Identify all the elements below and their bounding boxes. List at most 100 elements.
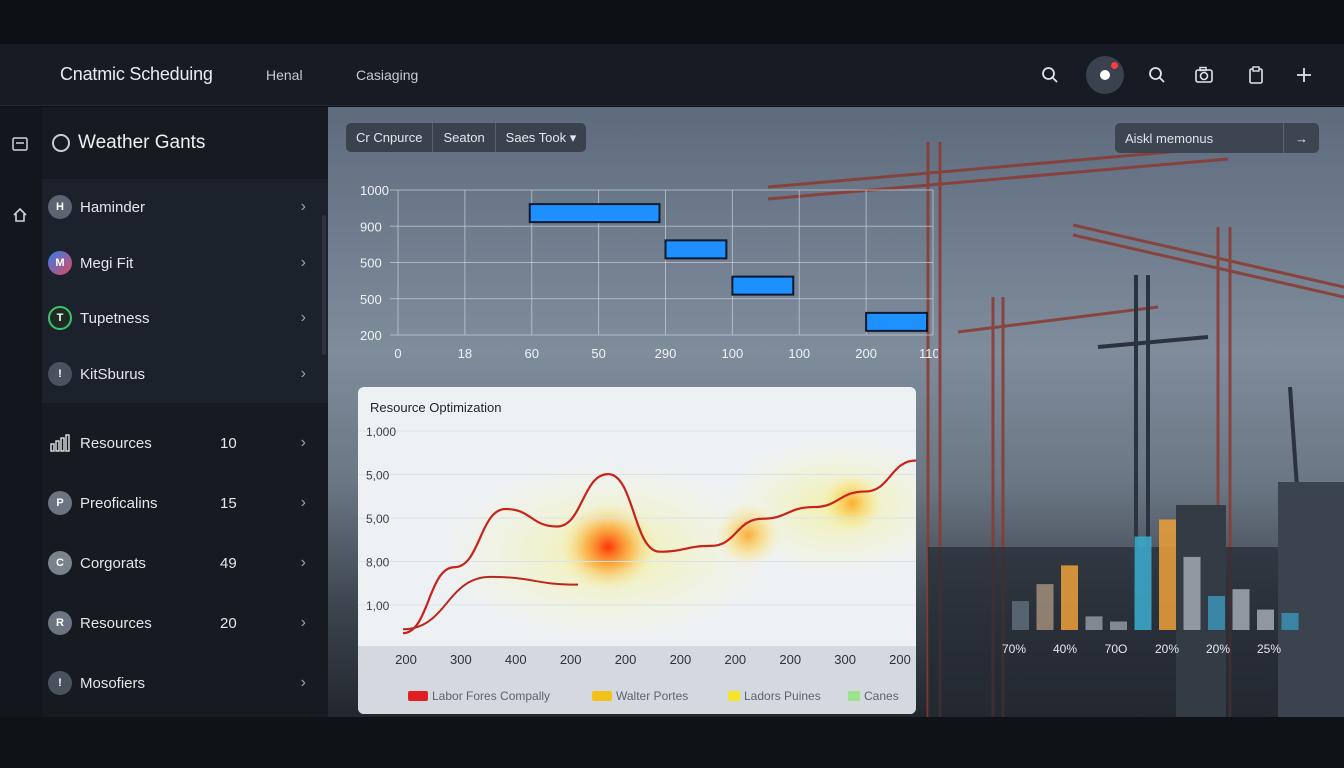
sidebar-item-preoficalins[interactable]: P Preoficalins 15 › (42, 475, 328, 531)
toolbar-segment-source[interactable]: Cr Cnpurce (346, 123, 434, 152)
arrow-right-icon[interactable]: → (1283, 123, 1319, 153)
chevron-right-icon: › (300, 674, 306, 691)
search-icon[interactable] (1144, 62, 1170, 88)
sidebar-item-label: KitSburus (80, 365, 146, 383)
sidebar-item-tupetness[interactable]: T Tupetness › (42, 290, 328, 346)
chevron-right-icon: › (300, 309, 306, 326)
y-tick-label: 1000 (360, 183, 389, 198)
x-tick-label: 200 (889, 652, 911, 667)
sidebar-item-label: Tupetness (80, 309, 150, 327)
x-tick-label: 200 (855, 346, 877, 361)
gantt-task-bar[interactable] (865, 311, 928, 332)
avatar: R (48, 611, 72, 635)
toolbar-segment-section[interactable]: Seaton (433, 123, 496, 152)
bar (1281, 613, 1299, 630)
sidebar-item-label: Resources (80, 434, 152, 452)
sidebar-scrollbar[interactable] (322, 215, 326, 355)
x-tick-label: 300 (834, 652, 856, 667)
toolbar-segment-tools-dropdown[interactable]: Saes Took ▾ (496, 123, 587, 152)
bar (1183, 556, 1201, 630)
sidebar-item-label: Mosofiers (80, 674, 146, 692)
sidebar-item-resources[interactable]: Resources 10 › (42, 415, 328, 471)
y-tick-label: 1,000 (366, 425, 396, 439)
x-tick-label: 100 (722, 346, 744, 361)
app-window: Cnatmic Scheduing Henal Casiaging Weathe… (0, 0, 1344, 768)
chevron-right-icon: › (300, 434, 306, 451)
gantt-task-bar[interactable] (528, 203, 661, 224)
sidebar-item-kitsburus[interactable]: ! KitSburus › (42, 346, 328, 402)
nav-link-henal[interactable]: Henal (266, 67, 303, 83)
legend-swatch (848, 691, 860, 701)
x-tick-label: 20% (1155, 642, 1179, 656)
y-tick-label: 1,00 (366, 599, 390, 613)
legend-label: Walter Portes (616, 689, 689, 703)
x-tick-label: 400 (505, 652, 527, 667)
sidebar-group: H Haminder › M Megi Fit › T Tupetness › … (42, 179, 328, 403)
bar-chart-icon (48, 431, 72, 455)
legend-item-labor: Labor Fores Compally (408, 689, 550, 703)
search-icon[interactable] (1037, 62, 1063, 88)
x-tick-label: 18 (458, 346, 472, 361)
record-icon (1100, 70, 1110, 80)
user-icon: H (48, 195, 72, 219)
sidebar-item-count: 10 (220, 434, 237, 452)
info-icon: ! (48, 671, 72, 695)
gantt-task-bar[interactable] (664, 239, 728, 260)
icon-rail (0, 107, 42, 717)
heat-glow (438, 437, 916, 642)
ask-input[interactable]: Aiskl memonus → (1115, 123, 1319, 153)
legend-swatch (408, 691, 428, 701)
record-button[interactable] (1086, 56, 1124, 94)
nav-link-casiaging[interactable]: Casiaging (356, 67, 418, 83)
home-icon[interactable] (9, 204, 31, 226)
y-tick-label: 8,00 (366, 556, 390, 570)
x-tick-label: 200 (560, 652, 582, 667)
bottom-bar (0, 717, 1344, 768)
overlay-bar-chart: 70% 40% 70O 20% 20% 25% (1002, 519, 1299, 656)
sidebar-title: Weather Gants (78, 132, 206, 153)
status-icon: T (48, 306, 72, 330)
legend-swatch (592, 691, 612, 701)
bar (1061, 565, 1078, 630)
gantt-task-bar[interactable] (731, 275, 795, 296)
ask-input-placeholder[interactable]: Aiskl memonus (1115, 131, 1283, 146)
sidebar: Weather Gants H Haminder › M Megi Fit › … (42, 107, 328, 717)
x-tick-label: 200 (615, 652, 637, 667)
sidebar-item-mosofiers[interactable]: ! Mosofiers › (42, 655, 328, 711)
x-tick-label: 50 (591, 346, 605, 361)
sidebar-item-resources-2[interactable]: R Resources 20 › (42, 595, 328, 651)
sidebar-item-corgorats[interactable]: C Corgorats 49 › (42, 535, 328, 591)
clipboard-icon[interactable] (1243, 62, 1269, 88)
sidebar-item-label: Resources (80, 614, 152, 632)
y-tick-label: 200 (360, 328, 382, 343)
y-tick-label: 900 (360, 219, 382, 234)
sidebar-item-label: Megi Fit (80, 254, 134, 272)
view-toolbar: Cr Cnpurce Seaton Saes Took ▾ (346, 123, 587, 152)
x-tick-label: 200 (395, 652, 417, 667)
x-tick-label: 40% (1053, 642, 1077, 656)
plus-icon[interactable] (1291, 62, 1317, 88)
sidebar-item-haminder[interactable]: H Haminder › (42, 179, 328, 235)
camera-icon[interactable] (1191, 62, 1217, 88)
avatar: P (48, 491, 72, 515)
sidebar-header: Weather Gants (42, 107, 328, 179)
x-tick-label: 200 (670, 652, 692, 667)
y-tick-label: 5,00 (366, 469, 390, 483)
notification-dot (1111, 62, 1118, 69)
x-tick-label: 20% (1206, 642, 1230, 656)
sidebar-item-label: Corgorats (80, 554, 146, 572)
x-tick-label: 70% (1002, 642, 1026, 656)
chevron-right-icon: › (300, 614, 306, 631)
inbox-icon[interactable] (9, 133, 31, 155)
legend-swatch (728, 691, 740, 701)
x-tick-label: 70O (1105, 642, 1128, 656)
bar (1208, 596, 1225, 630)
chevron-right-icon: › (300, 198, 306, 215)
sidebar-item-megi-fit[interactable]: M Megi Fit › (42, 235, 328, 291)
y-tick-label: 500 (360, 256, 382, 271)
bar (1012, 601, 1029, 630)
sidebar-item-label: Haminder (80, 198, 146, 216)
gantt-chart: 1000 900 500 500 200 0 18 60 50 290 100 100 200 1100 (360, 183, 938, 361)
legend-item-canes: Canes (848, 689, 899, 703)
legend-label: Ladors Puines (744, 689, 821, 703)
